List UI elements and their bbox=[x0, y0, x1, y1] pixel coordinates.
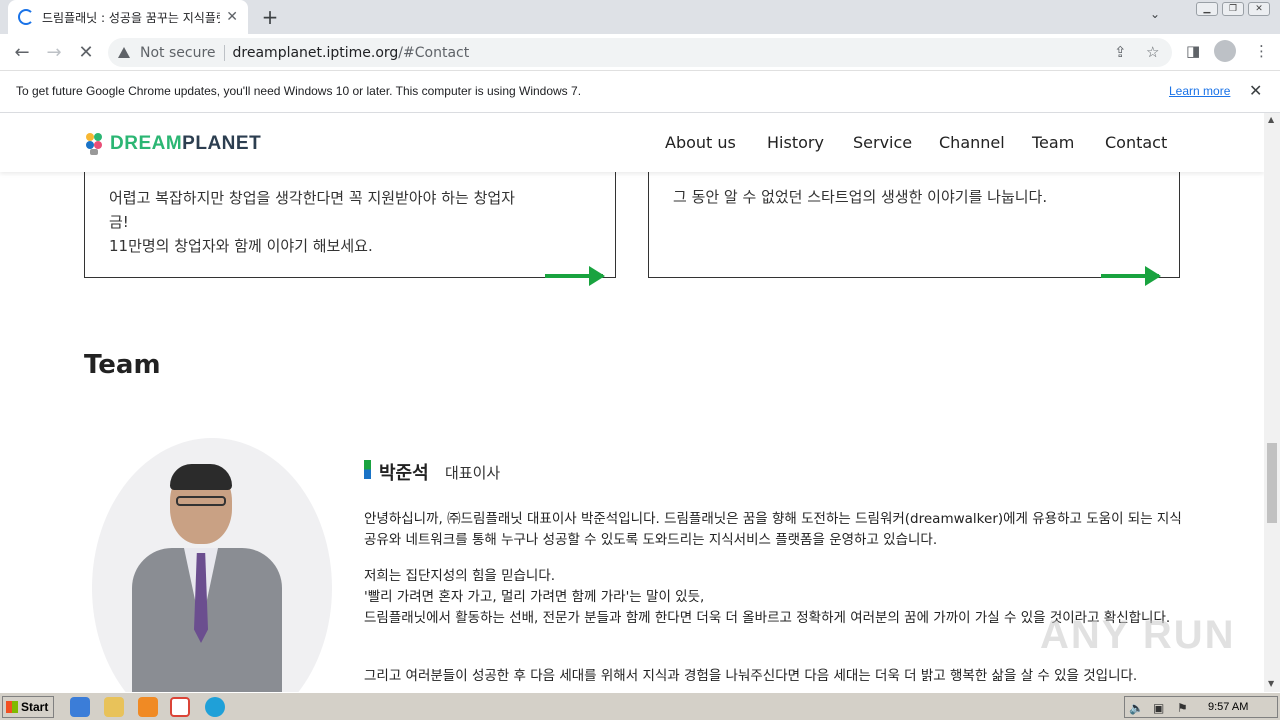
address-bar[interactable]: Not secure dreamplanet.iptime.org/#Conta… bbox=[108, 38, 1172, 67]
start-label: Start bbox=[21, 700, 49, 714]
volume-icon[interactable]: 🔈 bbox=[1129, 701, 1144, 715]
bookmark-star-icon[interactable]: ☆ bbox=[1146, 43, 1159, 61]
tab-search-chevron-icon[interactable]: ⌄ bbox=[1150, 7, 1160, 21]
member-name: 박준석 bbox=[379, 463, 429, 484]
infobar-close-icon[interactable]: ✕ bbox=[1249, 81, 1262, 100]
ie-icon[interactable] bbox=[70, 697, 90, 717]
ceo-photo bbox=[92, 438, 332, 692]
browser-tab-strip: 드림플래닛 : 성공을 꿈꾸는 지식플랫 ✕ + ⌄ ▁ ❐ ✕ bbox=[0, 0, 1280, 34]
nav-service[interactable]: Service bbox=[853, 133, 912, 152]
site-logo[interactable]: DREAM PLANET bbox=[84, 131, 261, 157]
menu-kebab-icon[interactable]: ⋮ bbox=[1254, 42, 1269, 60]
edge-icon[interactable] bbox=[205, 697, 225, 717]
url-path: /#Contact bbox=[398, 44, 470, 61]
nav-channel[interactable]: Channel bbox=[939, 133, 1005, 152]
browser-tab[interactable]: 드림플래닛 : 성공을 꿈꾸는 지식플랫 ✕ bbox=[8, 0, 248, 34]
scroll-down-icon[interactable]: ▼ bbox=[1268, 679, 1274, 688]
loading-spinner-icon bbox=[18, 9, 34, 25]
window-controls: ▁ ❐ ✕ bbox=[1196, 2, 1270, 16]
tab-title: 드림플래닛 : 성공을 꿈꾸는 지식플랫 bbox=[42, 10, 221, 25]
nav-history[interactable]: History bbox=[767, 133, 824, 152]
learn-more-link[interactable]: Learn more bbox=[1169, 84, 1230, 98]
arrow-right-icon[interactable] bbox=[545, 266, 605, 286]
share-icon[interactable]: ⇪ bbox=[1114, 43, 1127, 61]
update-infobar: To get future Google Chrome updates, you… bbox=[0, 71, 1280, 113]
stop-loading-icon[interactable]: ✕ bbox=[74, 41, 98, 65]
new-tab-button[interactable]: + bbox=[258, 5, 282, 29]
omnibox-divider bbox=[223, 44, 225, 61]
nav-contact[interactable]: Contact bbox=[1105, 133, 1167, 152]
scroll-thumb[interactable] bbox=[1267, 443, 1277, 523]
card-description: 어렵고 복잡하지만 창업을 생각한다면 꼭 지원받아야 하는 창업자 금! 11… bbox=[109, 186, 515, 258]
site-header: DREAM PLANET About us History Service Cha… bbox=[0, 113, 1264, 172]
windows-taskbar: Start 🔈 ▣ ⚑ 9:57 AM bbox=[0, 692, 1280, 720]
system-tray: 🔈 ▣ ⚑ bbox=[1124, 696, 1278, 718]
team-section-heading: Team bbox=[84, 350, 161, 380]
infobar-message: To get future Google Chrome updates, you… bbox=[16, 84, 582, 98]
maximize-button[interactable]: ❐ bbox=[1222, 2, 1244, 16]
card-description: 그 동안 알 수 없었던 스타트업의 생생한 이야기를 나눕니다. bbox=[673, 188, 1048, 206]
folder-icon[interactable] bbox=[104, 697, 124, 717]
closing-paragraph: 그리고 여러분들이 성공한 후 다음 세대를 위해서 지식과 경험을 나눠주신다… bbox=[364, 668, 1138, 684]
forward-arrow-icon[interactable]: → bbox=[42, 41, 66, 65]
url-host: dreamplanet.iptime.org bbox=[232, 44, 399, 61]
windows-flag-icon bbox=[6, 701, 18, 713]
browser-toolbar: ← → ✕ Not secure dreamplanet.iptime.org /… bbox=[0, 34, 1280, 71]
close-window-button[interactable]: ✕ bbox=[1248, 2, 1270, 16]
flag-icon[interactable]: ⚑ bbox=[1177, 701, 1188, 715]
media-player-icon[interactable] bbox=[138, 697, 158, 717]
card-line: 금! bbox=[109, 213, 129, 231]
scroll-up-icon[interactable]: ▲ bbox=[1268, 115, 1274, 124]
nav-about-us[interactable]: About us bbox=[665, 133, 736, 152]
page-viewport: 어렵고 복잡하지만 창업을 생각한다면 꼭 지원받아야 하는 창업자 금! 11… bbox=[0, 113, 1264, 692]
anyrun-watermark: ANY RUN bbox=[1040, 613, 1236, 657]
page-scrollbar[interactable]: ▲ ▼ bbox=[1264, 113, 1280, 692]
profile-avatar[interactable] bbox=[1214, 40, 1236, 62]
member-role: 대표이사 bbox=[445, 464, 501, 482]
chrome-icon[interactable] bbox=[170, 697, 190, 717]
card-line: 11만명의 창업자와 함께 이야기 해보세요. bbox=[109, 237, 373, 255]
intro-paragraph: 안녕하십니까, ㈜드림플래닛 대표이사 박준석입니다. 드림플래닛은 꿈을 향해… bbox=[364, 511, 1182, 548]
network-icon[interactable]: ▣ bbox=[1153, 701, 1164, 715]
warning-icon bbox=[118, 47, 130, 58]
not-secure-label[interactable]: Not secure bbox=[140, 45, 216, 61]
card-line: 어렵고 복잡하지만 창업을 생각한다면 꼭 지원받아야 하는 창업자 bbox=[109, 189, 515, 207]
start-button[interactable]: Start bbox=[2, 696, 54, 718]
side-panel-icon[interactable]: ◨ bbox=[1186, 42, 1200, 60]
arrow-right-icon[interactable] bbox=[1101, 266, 1161, 286]
tab-close-icon[interactable]: ✕ bbox=[226, 9, 238, 25]
logo-text-dream: DREAM bbox=[110, 133, 183, 154]
minimize-button[interactable]: ▁ bbox=[1196, 2, 1218, 16]
lightbulb-logo-icon bbox=[84, 131, 104, 157]
logo-text-planet: PLANET bbox=[182, 133, 262, 154]
back-arrow-icon[interactable]: ← bbox=[10, 41, 34, 65]
nav-team[interactable]: Team bbox=[1032, 133, 1074, 152]
name-accent-bar bbox=[364, 460, 371, 479]
clock: 9:57 AM bbox=[1208, 701, 1249, 713]
